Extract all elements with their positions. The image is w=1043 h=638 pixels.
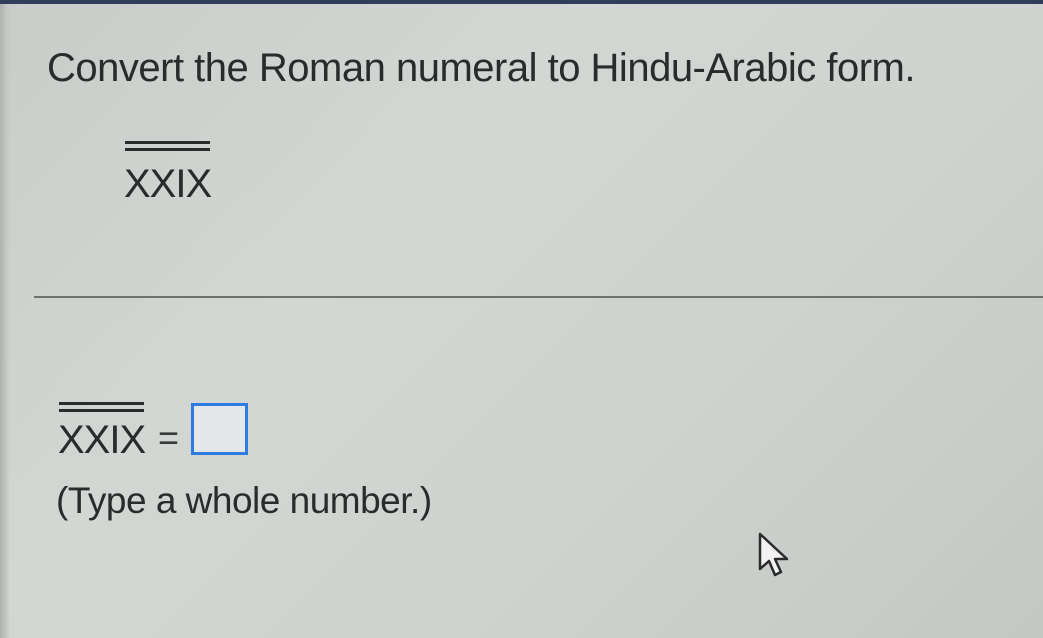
section-divider — [34, 296, 1043, 298]
question-instruction: Convert the Roman numeral to Hindu-Arabi… — [47, 46, 915, 90]
answer-input[interactable] — [191, 403, 248, 455]
overline-bottom — [125, 148, 211, 151]
overline-bottom — [59, 409, 145, 412]
answer-hint: (Type a whole number.) — [56, 480, 432, 521]
answer-roman-numeral: XXIX — [58, 402, 146, 462]
overline-top — [59, 402, 145, 405]
equals-sign: = — [158, 417, 180, 458]
question-numeral-text: XXIX — [124, 162, 212, 206]
question-roman-numeral: XXIX — [124, 141, 212, 206]
left-window-edge — [0, 4, 10, 638]
answer-numeral-text: XXIX — [58, 418, 146, 462]
mouse-pointer-icon — [758, 532, 789, 577]
top-window-bar — [0, 0, 1043, 4]
overline-top — [125, 141, 211, 144]
